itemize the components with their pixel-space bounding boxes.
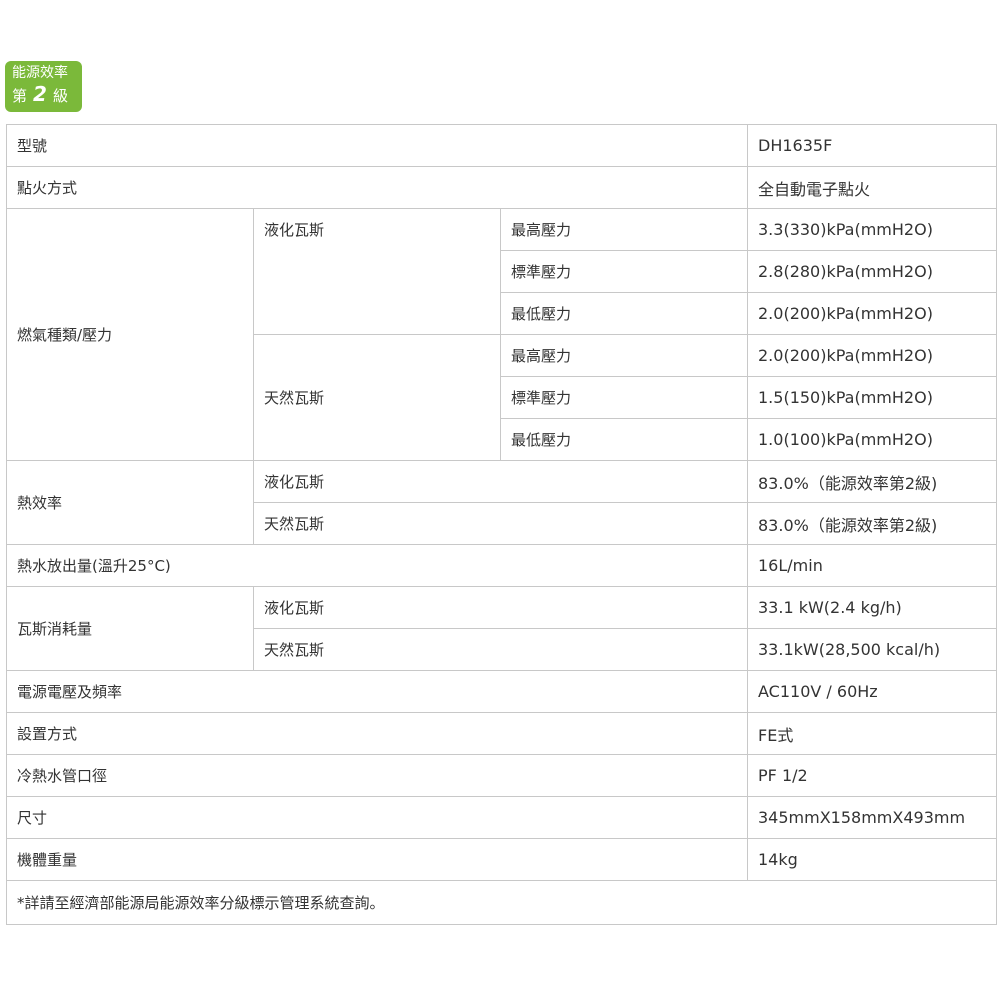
efficiency-ng-label: 天然瓦斯 [253,502,748,545]
ignition-label: 點火方式 [6,166,748,209]
badge-number: 2 [33,82,47,106]
badge-grade: 第 2 級 [12,82,82,108]
efficiency-lpg-value: 83.0%（能源效率第2級) [747,460,997,503]
efficiency-label: 熱效率 [6,460,254,545]
badge-title: 能源效率 [12,65,68,81]
table-row: 型號 DH1635F [6,124,997,167]
efficiency-lpg-label: 液化瓦斯 [253,460,748,503]
footnote: *詳請至經濟部能源局能源效率分級標示管理系統查詢。 [6,880,997,925]
table-row: 點火方式 全自動電子點火 [6,166,997,209]
consumption-lpg-label: 液化瓦斯 [253,586,748,629]
table-row: 電源電壓及頻率 AC110V / 60Hz [6,670,997,713]
gas-pressure-label: 燃氣種類/壓力 [6,208,254,461]
consumption-lpg-value: 33.1 kW(2.4 kg/h) [747,586,997,629]
ignition-value: 全自動電子點火 [747,166,997,209]
table-row: *詳請至經濟部能源局能源效率分級標示管理系統查詢。 [6,880,997,925]
ng-min-value: 1.0(100)kPa(mmH2O) [747,418,997,461]
lpg-min-value: 2.0(200)kPa(mmH2O) [747,292,997,335]
consumption-ng-value: 33.1kW(28,500 kcal/h) [747,628,997,671]
install-label: 設置方式 [6,712,748,755]
ng-max-label: 最高壓力 [500,334,748,377]
table-row: 冷熱水管口徑 PF 1/2 [6,754,997,797]
hot-water-value: 16L/min [747,544,997,587]
lpg-max-value: 3.3(330)kPa(mmH2O) [747,208,997,251]
efficiency-ng-value: 83.0%（能源效率第2級) [747,502,997,545]
energy-efficiency-badge: 能源效率 第 2 級 [5,61,82,112]
badge-prefix: 第 [12,87,28,105]
lpg-std-label: 標準壓力 [500,250,748,293]
pipe-label: 冷熱水管口徑 [6,754,748,797]
table-row: 尺寸 345mmX158mmX493mm [6,796,997,839]
size-label: 尺寸 [6,796,748,839]
pipe-value: PF 1/2 [747,754,997,797]
lpg-max-label: 最高壓力 [500,208,748,251]
install-value: FE式 [747,712,997,755]
ng-std-value: 1.5(150)kPa(mmH2O) [747,376,997,419]
hot-water-label: 熱水放出量(溫升25°C) [6,544,748,587]
power-label: 電源電壓及頻率 [6,670,748,713]
badge-suffix: 級 [52,87,68,105]
size-value: 345mmX158mmX493mm [747,796,997,839]
model-value: DH1635F [747,124,997,167]
ng-std-label: 標準壓力 [500,376,748,419]
table-row: 熱效率 液化瓦斯 83.0%（能源效率第2級) [6,460,997,545]
weight-value: 14kg [747,838,997,881]
table-row: 瓦斯消耗量 液化瓦斯 33.1 kW(2.4 kg/h) [6,586,997,671]
ng-pressure-label: 天然瓦斯 [253,334,501,461]
ng-max-value: 2.0(200)kPa(mmH2O) [747,334,997,377]
consumption-ng-label: 天然瓦斯 [253,628,748,671]
weight-label: 機體重量 [6,838,748,881]
table-row: 燃氣種類/壓力 液化瓦斯 最高壓力 3.3(330)kPa(mmH2O) [6,208,997,461]
lpg-min-label: 最低壓力 [500,292,748,335]
power-value: AC110V / 60Hz [747,670,997,713]
spec-table: 型號 DH1635F 點火方式 全自動電子點火 燃氣種類/壓力 液化瓦斯 最高壓… [6,124,997,925]
ng-min-label: 最低壓力 [500,418,748,461]
table-row: 熱水放出量(溫升25°C) 16L/min [6,544,997,587]
consumption-label: 瓦斯消耗量 [6,586,254,671]
table-row: 機體重量 14kg [6,838,997,881]
table-row: 設置方式 FE式 [6,712,997,755]
lpg-std-value: 2.8(280)kPa(mmH2O) [747,250,997,293]
lpg-pressure-label: 液化瓦斯 [253,208,501,335]
model-label: 型號 [6,124,748,167]
